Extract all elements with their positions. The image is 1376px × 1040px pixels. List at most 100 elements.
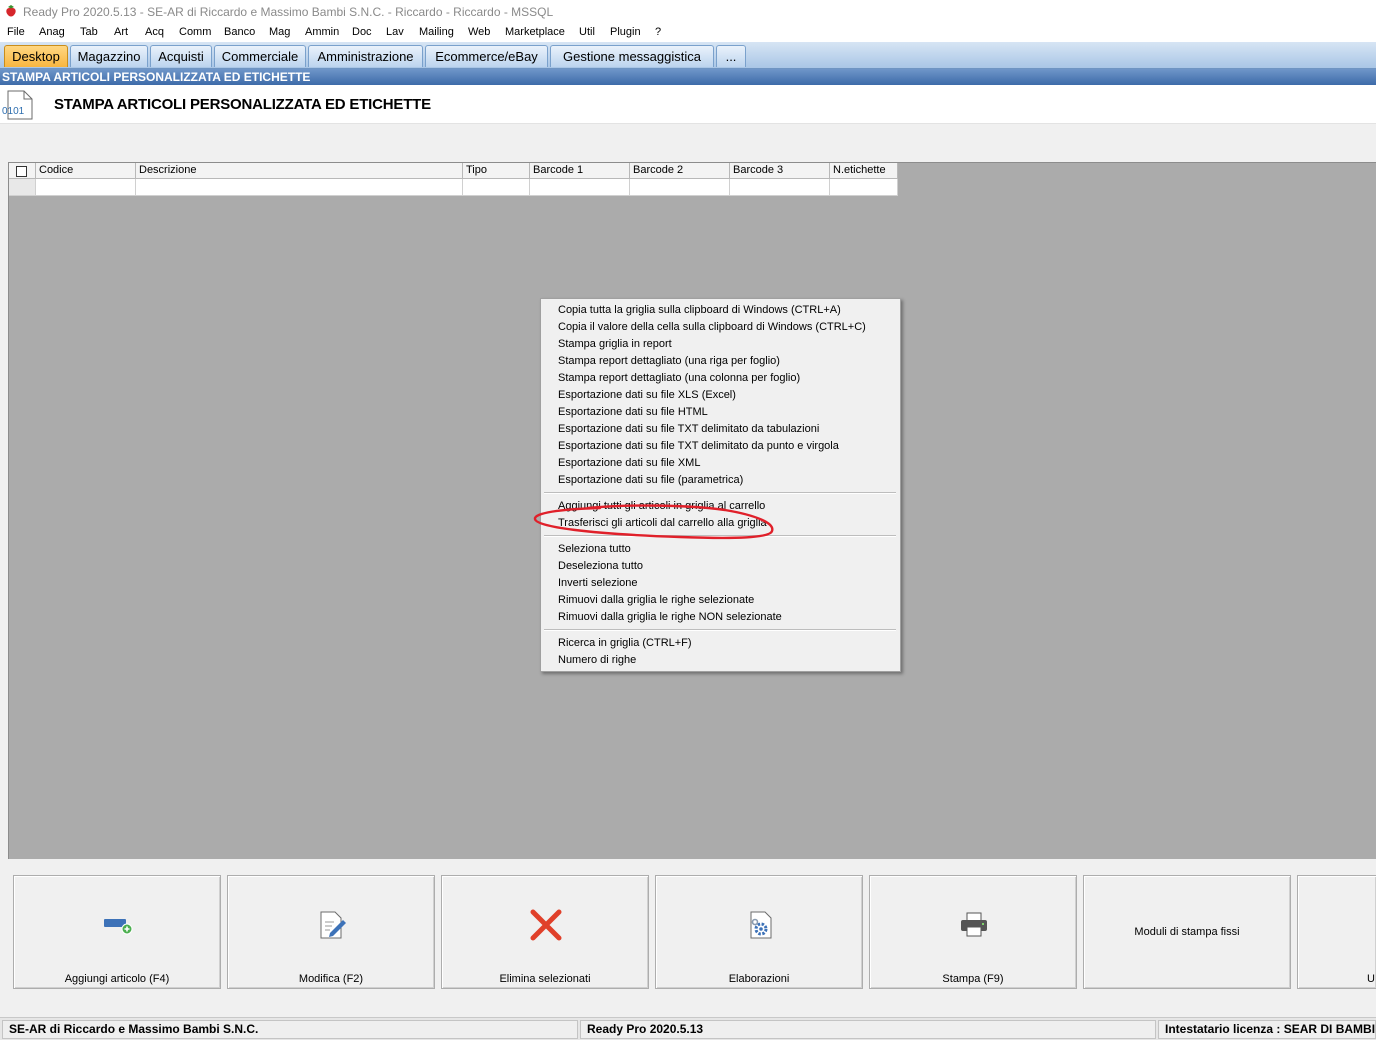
column-header-barcode-2[interactable]: Barcode 2 xyxy=(630,163,730,179)
menu-marketplace[interactable]: Marketplace xyxy=(505,26,565,38)
more-button-partial[interactable]: U xyxy=(1297,875,1376,989)
column-header-codice[interactable]: Codice xyxy=(36,163,136,179)
form-caption: STAMPA ARTICOLI PERSONALIZZATA ED ETICHE… xyxy=(2,70,311,84)
menu-lav[interactable]: Lav xyxy=(386,26,404,38)
grid-cell[interactable] xyxy=(530,179,630,196)
menu-separator xyxy=(544,535,896,537)
menu-anag[interactable]: Anag xyxy=(39,26,65,38)
menu-item-export-xls[interactable]: Esportazione dati su file XLS (Excel) xyxy=(558,389,736,401)
menu-item-export-xml[interactable]: Esportazione dati su file XML xyxy=(558,457,700,469)
menu-item-export-txt-tab[interactable]: Esportazione dati su file TXT delimitato… xyxy=(558,423,819,435)
select-all-checkbox[interactable] xyxy=(16,166,27,177)
grid-header-checkbox-cell[interactable] xyxy=(9,163,36,179)
menu-item-print-grid-report[interactable]: Stampa griglia in report xyxy=(558,338,672,350)
processing-label: Elaborazioni xyxy=(728,973,790,985)
column-header-n-etichette[interactable]: N.etichette xyxy=(830,163,898,179)
print-button[interactable]: Stampa (F9) xyxy=(869,875,1077,989)
menu-mag[interactable]: Mag xyxy=(269,26,290,38)
form-header: 0101 STAMPA ARTICOLI PERSONALIZZATA ED E… xyxy=(0,85,1376,124)
menu-item-deselect-all[interactable]: Deseleziona tutto xyxy=(558,560,643,572)
tab-amministrazione[interactable]: Amministrazione xyxy=(308,45,423,67)
menu-util[interactable]: Util xyxy=(579,26,595,38)
status-company: SE-AR di Riccardo e Massimo Bambi S.N.C. xyxy=(2,1020,578,1039)
edit-document-icon xyxy=(320,911,346,939)
module-tab-bar: Desktop Magazzino Acquisti Commerciale A… xyxy=(0,42,1376,69)
menu-file[interactable]: File xyxy=(7,26,25,38)
add-article-label: Aggiungi articolo (F4) xyxy=(64,973,170,985)
add-item-icon xyxy=(104,919,133,935)
menu-doc[interactable]: Doc xyxy=(352,26,372,38)
delete-x-icon xyxy=(530,909,562,941)
form-caption-bar: STAMPA ARTICOLI PERSONALIZZATA ED ETICHE… xyxy=(0,69,1376,85)
edit-button[interactable]: Modifica (F2) xyxy=(227,875,435,989)
menu-bar: File Anag Tab Art Acq Comm Banco Mag Amm… xyxy=(0,23,1376,42)
menu-item-report-row-per-page[interactable]: Stampa report dettagliato (una riga per … xyxy=(558,355,780,367)
binary-icon-text: 0101 xyxy=(2,106,25,117)
menu-banco[interactable]: Banco xyxy=(224,26,255,38)
grid-context-menu: Copia tutta la griglia sulla clipboard d… xyxy=(540,298,901,672)
column-header-barcode-3[interactable]: Barcode 3 xyxy=(730,163,830,179)
edit-label: Modifica (F2) xyxy=(298,973,364,985)
tab-desktop[interactable]: Desktop xyxy=(4,45,68,67)
add-article-button[interactable]: Aggiungi articolo (F4) xyxy=(13,875,221,989)
fixed-print-modules-button[interactable]: Moduli di stampa fissi xyxy=(1083,875,1291,989)
menu-item-select-all[interactable]: Seleziona tutto xyxy=(558,543,631,555)
printer-icon xyxy=(961,912,987,937)
title-bar: Ready Pro 2020.5.13 - SE-AR di Riccardo … xyxy=(0,0,1376,23)
menu-comm[interactable]: Comm xyxy=(179,26,211,38)
strawberry-icon xyxy=(6,5,16,17)
menu-item-copy-cell[interactable]: Copia il valore della cella sulla clipbo… xyxy=(558,321,866,333)
menu-item-remove-selected[interactable]: Rimuovi dalla griglia le righe seleziona… xyxy=(558,594,754,606)
grid-cell[interactable] xyxy=(630,179,730,196)
menu-separator xyxy=(544,629,896,631)
status-version: Ready Pro 2020.5.13 xyxy=(580,1020,1156,1039)
menu-item-export-parametric[interactable]: Esportazione dati su file (parametrica) xyxy=(558,474,743,486)
grid-cell[interactable] xyxy=(136,179,463,196)
processing-button[interactable]: Elaborazioni xyxy=(655,875,863,989)
window-title: Ready Pro 2020.5.13 - SE-AR di Riccardo … xyxy=(23,5,554,19)
menu-help[interactable]: ? xyxy=(655,26,661,38)
delete-selected-button[interactable]: Elimina selezionati xyxy=(441,875,649,989)
menu-item-search-grid[interactable]: Ricerca in griglia (CTRL+F) xyxy=(558,637,692,649)
menu-item-export-html[interactable]: Esportazione dati su file HTML xyxy=(558,406,708,418)
menu-web[interactable]: Web xyxy=(468,26,490,38)
tab-more[interactable]: ... xyxy=(716,45,746,67)
column-header-barcode-1[interactable]: Barcode 1 xyxy=(530,163,630,179)
menu-separator xyxy=(544,492,896,494)
tab-ecommerce-ebay[interactable]: Ecommerce/eBay xyxy=(425,45,548,67)
grid-cell[interactable] xyxy=(36,179,136,196)
grid-cell[interactable] xyxy=(830,179,898,196)
column-header-descrizione[interactable]: Descrizione xyxy=(136,163,463,179)
menu-item-transfer-cart-to-grid[interactable]: Trasferisci gli articoli dal carrello al… xyxy=(558,517,767,529)
tab-acquisti[interactable]: Acquisti xyxy=(150,45,212,67)
menu-art[interactable]: Art xyxy=(114,26,128,38)
status-license: Intestatario licenza : SEAR DI BAMBI xyxy=(1158,1020,1376,1039)
page-title: STAMPA ARTICOLI PERSONALIZZATA ED ETICHE… xyxy=(54,96,431,113)
delete-selected-label: Elimina selezionati xyxy=(499,973,591,985)
menu-item-report-column-per-page[interactable]: Stampa report dettagliato (una colonna p… xyxy=(558,372,800,384)
tab-gestione-messaggistica[interactable]: Gestione messaggistica xyxy=(550,45,714,67)
grid-row-selector[interactable] xyxy=(9,179,36,196)
menu-plugin[interactable]: Plugin xyxy=(610,26,641,38)
tab-commerciale[interactable]: Commerciale xyxy=(214,45,306,67)
print-label: Stampa (F9) xyxy=(942,973,1004,985)
binary-document-icon: 0101 xyxy=(2,90,33,120)
menu-item-export-txt-semicolon[interactable]: Esportazione dati su file TXT delimitato… xyxy=(558,440,839,452)
menu-item-add-all-to-cart[interactable]: Aggiungi tutti gli articoli in griglia a… xyxy=(558,500,765,512)
menu-item-remove-unselected[interactable]: Rimuovi dalla griglia le righe NON selez… xyxy=(558,611,782,623)
menu-acq[interactable]: Acq xyxy=(145,26,164,38)
fixed-print-modules-label: Moduli di stampa fissi xyxy=(1134,926,1240,938)
grid-cell[interactable] xyxy=(463,179,530,196)
menu-mailing[interactable]: Mailing xyxy=(419,26,454,38)
menu-item-invert-selection[interactable]: Inverti selezione xyxy=(558,577,638,589)
column-header-tipo[interactable]: Tipo xyxy=(463,163,530,179)
status-bar: SE-AR di Riccardo e Massimo Bambi S.N.C.… xyxy=(0,1017,1376,1040)
menu-tab[interactable]: Tab xyxy=(80,26,98,38)
partial-button-label: U xyxy=(1367,973,1375,985)
grid-cell[interactable] xyxy=(730,179,830,196)
menu-ammin[interactable]: Ammin xyxy=(305,26,339,38)
gear-document-icon xyxy=(750,911,772,939)
menu-item-copy-grid[interactable]: Copia tutta la griglia sulla clipboard d… xyxy=(558,304,841,316)
menu-item-row-count[interactable]: Numero di righe xyxy=(558,654,636,666)
tab-magazzino[interactable]: Magazzino xyxy=(70,45,148,67)
